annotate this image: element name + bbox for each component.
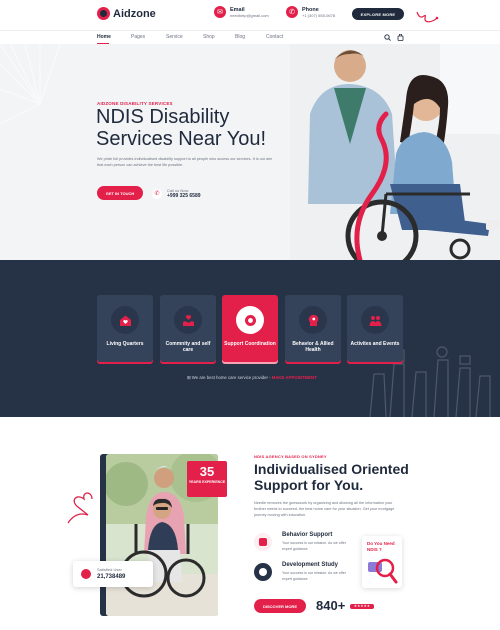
logo-icon: [97, 7, 110, 20]
phone-value: +1 (307) 555-0678: [302, 12, 336, 18]
nav-pages[interactable]: Pages: [131, 34, 145, 40]
hero-rays-decoration: [0, 44, 61, 125]
services-section: Living Quarters Commnity and self care S…: [0, 260, 500, 417]
review-count: 840+: [316, 598, 346, 613]
phone-icon: ✆: [152, 188, 162, 199]
site-header: Aidzone ✉ Email needhelp@gmail.com ✆ Pho…: [0, 0, 500, 30]
satisfied-users-card: Satisfied User 21,738489: [73, 561, 153, 587]
about-kicker: NDIS AGENCY BASED ON SYDNEY: [254, 454, 327, 459]
about-description: Needle removes the guesswork by organizi…: [254, 501, 395, 517]
main-nav: Home Pages Service Shop Blog Contact: [0, 30, 500, 44]
appointment-note: ⊞ We are best home care service provider…: [187, 375, 317, 381]
service-card-support-coordination[interactable]: Support Coordination: [222, 295, 278, 362]
phone-icon: ✆: [286, 6, 298, 18]
phone-contact[interactable]: ✆ Phone +1 (307) 555-0678: [286, 6, 335, 18]
support-icon: [244, 314, 256, 326]
feature-title: Development Study: [282, 562, 339, 568]
email-value: needhelp@gmail.com: [230, 12, 269, 18]
hero-photo: [290, 44, 500, 260]
logo[interactable]: Aidzone: [97, 7, 156, 20]
need-ndis-label: Do You Need NDIS ?: [367, 541, 395, 552]
email-contact[interactable]: ✉ Email needhelp@gmail.com: [214, 6, 269, 18]
satisfied-label: Satisfied User: [97, 567, 122, 572]
service-card-activities-events[interactable]: Activites and Events: [347, 295, 403, 362]
need-ndis-card[interactable]: Do You Need NDIS ?: [362, 536, 402, 588]
logo-text: Aidzone: [113, 7, 156, 20]
about-title: Individualised Oriented Support for You.: [254, 461, 409, 493]
squiggle-decoration-icon: [416, 11, 439, 23]
call-value: +999 325 6589: [167, 193, 201, 199]
make-appointment-link[interactable]: MAKE APPOINTMENT: [272, 375, 317, 380]
head-icon: [308, 314, 318, 326]
service-card-title: Commnity and self care: [165, 341, 211, 353]
behavior-support-icon: [254, 533, 272, 551]
development-study-icon: [254, 563, 272, 581]
nav-home[interactable]: Home: [97, 34, 111, 44]
service-card-title: Behavior & Allied Health: [292, 341, 334, 353]
get-in-touch-button[interactable]: GET IN TOUCH: [97, 186, 143, 200]
email-icon: ✉: [214, 6, 226, 18]
hero-title: NDIS Disability Services Near You!: [96, 106, 267, 150]
magnifier-icon: [368, 558, 398, 584]
service-card-title: Activites and Events: [350, 341, 400, 347]
years-experience-badge: 35 YEARS EXPERIENCE: [187, 461, 227, 497]
service-card-living-quarters[interactable]: Living Quarters: [97, 295, 153, 362]
nav-blog[interactable]: Blog: [235, 34, 245, 40]
feature-title: Behavior Support: [282, 532, 333, 538]
service-card-title: Support Coordination: [224, 341, 276, 347]
explore-more-button[interactable]: EXPLORE MORE: [352, 8, 404, 20]
nav-service[interactable]: Service: [166, 34, 183, 40]
hero-section: AIDZONE DISABILITY SERVICES NDIS Disabil…: [0, 44, 500, 260]
hero-call-contact[interactable]: ✆ Call us Now +999 325 6589: [152, 188, 201, 199]
satisfied-value: 21,738489: [97, 574, 126, 580]
discover-more-button[interactable]: DISCOVER MORE: [254, 599, 306, 613]
feature-text: Your success is our mission. As we offer…: [282, 541, 346, 551]
cart-icon[interactable]: [397, 34, 404, 41]
service-card-community[interactable]: Commnity and self care: [160, 295, 216, 362]
note-text: We are best home care service provider -: [191, 375, 271, 380]
search-icon[interactable]: [384, 34, 391, 41]
service-card-title: Living Quarters: [106, 341, 144, 347]
people-icon: [369, 315, 381, 326]
rating-stars: ★★★★★: [350, 604, 374, 609]
home-heart-icon: [119, 315, 131, 326]
feature-text: Your success is our mission. As we offer…: [282, 571, 346, 581]
hands-heart-icon: [182, 314, 194, 326]
nav-contact[interactable]: Contact: [266, 34, 283, 40]
check-icon: [81, 569, 91, 579]
nav-shop[interactable]: Shop: [203, 34, 215, 40]
years-label: YEARS EXPERIENCE: [188, 480, 226, 484]
service-card-behavior-health[interactable]: Behavior & Allied Health: [285, 295, 341, 362]
hero-description: We pride full provides individualised di…: [97, 157, 273, 167]
years-number: 35: [199, 464, 215, 479]
